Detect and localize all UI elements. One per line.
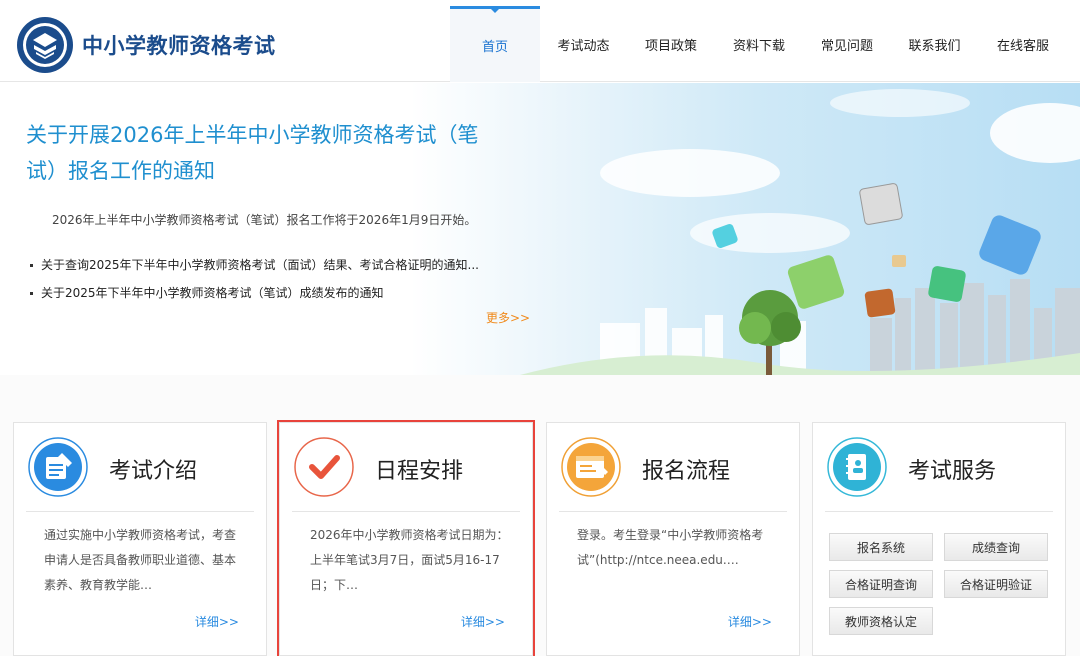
card-detail-link[interactable]: 详细>>	[461, 613, 505, 630]
card-title: 日程安排	[375, 459, 464, 484]
card-summary: 登录。考生登录“中小学教师资格考试”(http://ntce.neea.edu.…	[577, 528, 764, 567]
nav-online-service[interactable]: 在线客服	[978, 6, 1068, 82]
news-item[interactable]: 关于2025年下半年中小学教师资格考试（笔试）成绩发布的通知	[30, 279, 479, 307]
site-header: 中小学教师资格考试 首页 考试动态 项目政策 资料下载 常见问题 联系我们 在线…	[0, 0, 1080, 82]
nav-faq[interactable]: 常见问题	[803, 6, 891, 82]
card-title: 考试介绍	[109, 459, 198, 484]
logo-area[interactable]: 中小学教师资格考试	[16, 16, 276, 74]
exam-seal-logo	[17, 17, 73, 73]
card-summary: 2026年中小学教师资格考试日期为：上半年笔试3月7日，面试5月16-17日；下…	[310, 528, 509, 592]
nav-exam-news[interactable]: 考试动态	[540, 6, 627, 82]
site-title: 中小学教师资格考试	[82, 34, 276, 58]
nav-contact[interactable]: 联系我们	[891, 6, 978, 82]
nav-downloads[interactable]: 资料下载	[715, 6, 803, 82]
teacher-qualification-button[interactable]: 教师资格认定	[829, 607, 933, 635]
card-header[interactable]: 报名流程	[547, 423, 799, 511]
card-detail-link[interactable]: 详细>>	[195, 613, 239, 630]
registration-system-button[interactable]: 报名系统	[829, 533, 933, 561]
document-pen-icon	[28, 437, 88, 497]
card-title: 考试服务	[908, 459, 997, 484]
card-exam-services: 考试服务 报名系统 成绩查询 合格证明查询 合格证明验证 教师资格认定	[812, 422, 1066, 656]
card-header[interactable]: 日程安排	[280, 423, 532, 511]
banner-more-link[interactable]: 更多>>	[486, 309, 530, 326]
card-header[interactable]: 考试服务	[813, 423, 1065, 511]
hero-banner: 关于开展2026年上半年中小学教师资格考试（笔试）报名工作的通知 2026年上半…	[0, 83, 1080, 375]
browser-form-icon	[561, 437, 621, 497]
divider	[292, 511, 520, 512]
card-schedule: 日程安排 2026年中小学教师资格考试日期为：上半年笔试3月7日，面试5月16-…	[277, 420, 535, 656]
main-nav: 首页 考试动态 项目政策 资料下载 常见问题 联系我们 在线客服	[450, 6, 1068, 82]
certificate-verify-button[interactable]: 合格证明验证	[944, 570, 1048, 598]
news-item[interactable]: 关于查询2025年下半年中小学教师资格考试（面试）结果、考试合格证明的通知...	[30, 251, 479, 279]
banner-lead-text: 2026年上半年中小学教师资格考试（笔试）报名工作将于2026年1月9日开始。	[52, 213, 477, 227]
card-detail-link[interactable]: 详细>>	[728, 613, 772, 630]
bullet-icon	[30, 263, 33, 267]
nav-home[interactable]: 首页	[450, 6, 540, 82]
divider	[825, 511, 1053, 512]
card-exam-intro: 考试介绍 通过实施中小学教师资格考试，考查申请人是否具备教师职业道德、基本素养、…	[13, 422, 267, 656]
card-summary: 通过实施中小学教师资格考试，考查申请人是否具备教师职业道德、基本素养、教育教学能…	[44, 528, 237, 592]
nav-policy[interactable]: 项目政策	[627, 6, 715, 82]
checkmark-icon	[294, 437, 354, 497]
notebook-icon	[827, 437, 887, 497]
active-caret-icon	[490, 8, 500, 13]
info-cards-section: 考试介绍 通过实施中小学教师资格考试，考查申请人是否具备教师职业道德、基本素养、…	[0, 375, 1080, 656]
certificate-query-button[interactable]: 合格证明查询	[829, 570, 933, 598]
divider	[559, 511, 787, 512]
card-title: 报名流程	[642, 459, 731, 484]
card-header[interactable]: 考试介绍	[14, 423, 266, 511]
card-registration-process: 报名流程 登录。考生登录“中小学教师资格考试”(http://ntce.neea…	[546, 422, 800, 656]
score-query-button[interactable]: 成绩查询	[944, 533, 1048, 561]
bullet-icon	[30, 291, 33, 295]
divider	[26, 511, 254, 512]
banner-news-list: 关于查询2025年下半年中小学教师资格考试（面试）结果、考试合格证明的通知...…	[30, 251, 479, 307]
banner-headline[interactable]: 关于开展2026年上半年中小学教师资格考试（笔试）报名工作的通知	[26, 117, 506, 189]
